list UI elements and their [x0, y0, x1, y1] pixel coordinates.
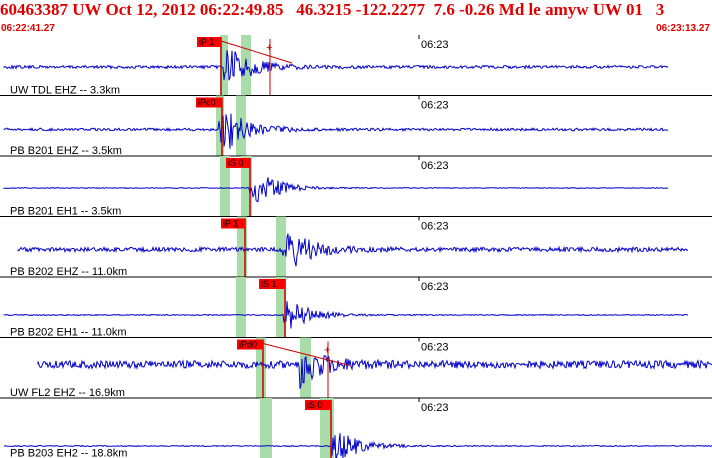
trace-panel: 06:23 iP 1 + UW TDL EHZ -- 3.3km: [3, 35, 669, 97]
waveform-trace: [3, 113, 669, 149]
pick-flag-label: iPc0: [198, 98, 216, 108]
trace-panel: 06:23 iS 0 PB B201 EH1 -- 3.5km: [0, 155, 712, 218]
waveform-trace: [3, 177, 669, 203]
waveform-trace: [17, 233, 689, 267]
trace-panel: 06:23 iS 1 PB B202 EH1 -- 11.0km: [0, 276, 712, 339]
pick-flag-label: iP 1: [199, 37, 214, 47]
pick-flag-label: iS 0: [307, 400, 323, 410]
event-header-title: 60463387 UW Oct 12, 2012 06:22:49.85 46.…: [0, 0, 665, 19]
coda-plus-icon: +: [266, 42, 272, 54]
seismogram-panels[interactable]: 06:23 iP 1 + UW TDL EHZ -- 3.3km 06:23 iPc0 PB…: [0, 35, 712, 458]
pick-window: [260, 398, 272, 458]
time-tick-label: 06:23: [421, 402, 449, 414]
pick-window: [236, 277, 246, 338]
station-label: PB B202 EH1 -- 11.0km: [10, 327, 127, 339]
trace-panel: 06:23 iP 1 PB B202 EHZ -- 11.0km: [0, 216, 712, 278]
trace-panel: 06:23 iPd0 + UW FL2 EHZ -- 16.9km: [0, 337, 712, 399]
waveform-trace: [37, 354, 712, 389]
trace-panel: 06:23 iS 0 PB B203 EH2 -- 18.8km: [0, 397, 712, 458]
time-tick-label: 06:23: [421, 100, 449, 112]
time-tick-label: 06:23: [421, 281, 449, 293]
time-tick-label: 06:23: [421, 160, 449, 172]
end-time-label: 06:23:13.27: [656, 23, 710, 34]
time-tick-label: 06:23: [421, 39, 449, 51]
station-label: PB B201 EH1 -- 3.5km: [10, 206, 121, 218]
station-label: UW FL2 EHZ -- 16.9km: [10, 387, 125, 399]
station-label: PB B203 EH2 -- 18.8km: [10, 448, 127, 458]
coda-plus-icon: +: [324, 345, 330, 357]
pick-window: [241, 35, 251, 96]
station-label: PB B201 EHZ -- 3.5km: [10, 145, 122, 157]
station-label: PB B202 EHZ -- 11.0km: [10, 266, 127, 278]
pick-flag-label: iP 1: [223, 219, 238, 229]
time-tick-label: 06:23: [421, 221, 449, 233]
trace-panel: 06:23 iPc0 PB B201 EHZ -- 3.5km: [0, 95, 712, 157]
waveform-trace: [3, 301, 689, 329]
pick-window: [276, 216, 286, 277]
waveform-trace: [3, 50, 669, 81]
pick-flag-label: iS 1: [261, 279, 277, 289]
station-label: UW TDL EHZ -- 3.3km: [10, 85, 120, 97]
time-tick-label: 06:23: [421, 342, 449, 354]
start-time-label: 06:22:41.27: [1, 23, 55, 34]
pick-flag-label: iPd0: [239, 340, 257, 350]
pick-flag-label: iS 0: [228, 158, 244, 168]
